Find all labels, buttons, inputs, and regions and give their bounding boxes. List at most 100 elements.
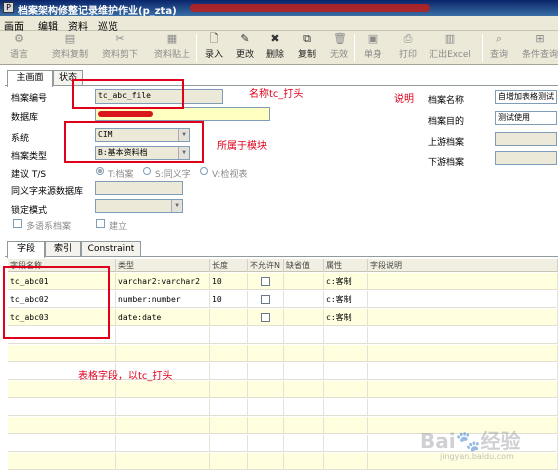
table-cell[interactable] (324, 381, 368, 398)
col-header-description[interactable]: 字段说明 (368, 259, 558, 272)
toolbar-button-4[interactable]: 🗋 录入 (202, 33, 226, 63)
table-cell[interactable] (284, 327, 324, 344)
table-cell[interactable] (116, 381, 210, 398)
toolbar-button-0[interactable]: ⚙ 语言 (4, 33, 34, 63)
col-header-not-null[interactable]: 不允许N (248, 259, 284, 272)
table-cell[interactable] (210, 345, 248, 362)
table-cell[interactable] (284, 273, 324, 290)
table-cell[interactable] (210, 435, 248, 452)
table-cell[interactable] (248, 453, 284, 470)
table-cell[interactable] (210, 417, 248, 434)
radio-view[interactable] (200, 167, 208, 175)
table-cell[interactable] (368, 345, 558, 362)
table-cell[interactable] (324, 345, 368, 362)
table-cell[interactable] (324, 399, 368, 416)
table-cell[interactable] (8, 453, 116, 470)
archive-name-field[interactable]: 自增加表格测试 (495, 90, 557, 104)
table-cell[interactable] (116, 417, 210, 434)
table-cell[interactable] (324, 417, 368, 434)
table-cell[interactable] (8, 435, 116, 452)
table-cell[interactable] (248, 309, 284, 326)
tab-main-screen[interactable]: 主画面 (7, 70, 53, 87)
table-cell[interactable] (210, 363, 248, 380)
toolbar-button-9[interactable]: ▣ 单身 (360, 33, 386, 63)
toolbar-button-8[interactable]: 🗑 无效 (326, 33, 352, 63)
table-cell[interactable]: number:number (116, 291, 210, 308)
table-cell[interactable] (116, 453, 210, 470)
table-cell[interactable] (284, 453, 324, 470)
table-cell[interactable] (368, 363, 558, 380)
table-cell[interactable]: varchar2:varchar2 (116, 273, 210, 290)
table-cell[interactable] (8, 399, 116, 416)
table-cell[interactable] (210, 381, 248, 398)
create-checkbox[interactable] (96, 219, 105, 228)
table-cell[interactable] (284, 417, 324, 434)
table-cell[interactable] (284, 381, 324, 398)
table-cell[interactable] (8, 381, 116, 398)
toolbar-button-11[interactable]: ▥ 汇出Excel (426, 33, 474, 63)
chevron-down-icon[interactable]: ▼ (171, 200, 182, 212)
table-row[interactable] (8, 381, 558, 398)
archive-purpose-field[interactable]: 测试使用 (495, 111, 557, 125)
col-header-default[interactable]: 缺省值 (284, 259, 324, 272)
table-cell[interactable] (368, 381, 558, 398)
radio-archive[interactable] (96, 167, 104, 175)
table-cell[interactable] (324, 327, 368, 344)
not-null-checkbox[interactable] (261, 295, 270, 304)
table-row[interactable] (8, 399, 558, 416)
table-cell[interactable] (284, 345, 324, 362)
table-row[interactable] (8, 345, 558, 362)
table-cell[interactable] (248, 291, 284, 308)
table-cell[interactable] (248, 273, 284, 290)
table-cell[interactable] (210, 309, 248, 326)
not-null-checkbox[interactable] (261, 277, 270, 286)
toolbar-button-10[interactable]: ⎙ 打印 (396, 33, 420, 63)
table-cell[interactable] (248, 417, 284, 434)
toolbar-button-2[interactable]: ✂ 资料剪下 (96, 33, 144, 63)
table-cell[interactable] (116, 399, 210, 416)
table-cell[interactable] (248, 381, 284, 398)
table-cell[interactable] (248, 327, 284, 344)
table-cell[interactable]: c:客制 (324, 273, 368, 290)
table-cell[interactable] (210, 327, 248, 344)
table-cell[interactable] (116, 327, 210, 344)
table-cell[interactable] (210, 453, 248, 470)
table-cell[interactable] (284, 363, 324, 380)
toolbar-button-6[interactable]: ✖ 删除 (262, 33, 288, 63)
col-header-type[interactable]: 类型 (116, 259, 210, 272)
table-cell[interactable] (248, 399, 284, 416)
downstream-field[interactable] (495, 151, 557, 165)
table-cell[interactable]: 10 (210, 291, 248, 308)
table-cell[interactable] (368, 309, 558, 326)
multilang-checkbox[interactable] (13, 219, 22, 228)
col-header-attribute[interactable]: 属性 (324, 259, 368, 272)
table-cell[interactable] (248, 435, 284, 452)
toolbar-button-5[interactable]: ✎ 更改 (232, 33, 258, 63)
tab-index[interactable]: 索引 (45, 241, 81, 257)
tab-fields[interactable]: 字段 (7, 241, 45, 258)
table-cell[interactable] (284, 435, 324, 452)
table-cell[interactable] (368, 327, 558, 344)
table-cell[interactable] (368, 291, 558, 308)
table-cell[interactable] (284, 309, 324, 326)
toolbar-button-13[interactable]: ⊞ 条件查询 (520, 33, 558, 63)
table-cell[interactable] (284, 291, 324, 308)
radio-synonym[interactable] (143, 167, 151, 175)
synonym-db-field[interactable] (95, 181, 183, 195)
table-cell[interactable] (324, 363, 368, 380)
table-cell[interactable] (248, 345, 284, 362)
table-cell[interactable] (116, 345, 210, 362)
table-cell[interactable]: date:date (116, 309, 210, 326)
table-cell[interactable] (324, 435, 368, 452)
table-cell[interactable] (8, 345, 116, 362)
toolbar-button-12[interactable]: ⌕ 查询 (486, 33, 512, 63)
table-cell[interactable]: c:客制 (324, 291, 368, 308)
table-cell[interactable] (248, 363, 284, 380)
lock-mode-combo[interactable]: ▼ (95, 199, 183, 213)
table-cell[interactable] (116, 435, 210, 452)
not-null-checkbox[interactable] (261, 313, 270, 322)
table-cell[interactable] (8, 417, 116, 434)
upstream-field[interactable] (495, 132, 557, 146)
table-cell[interactable] (368, 273, 558, 290)
toolbar-button-1[interactable]: ▤ 资料复制 (48, 33, 92, 63)
